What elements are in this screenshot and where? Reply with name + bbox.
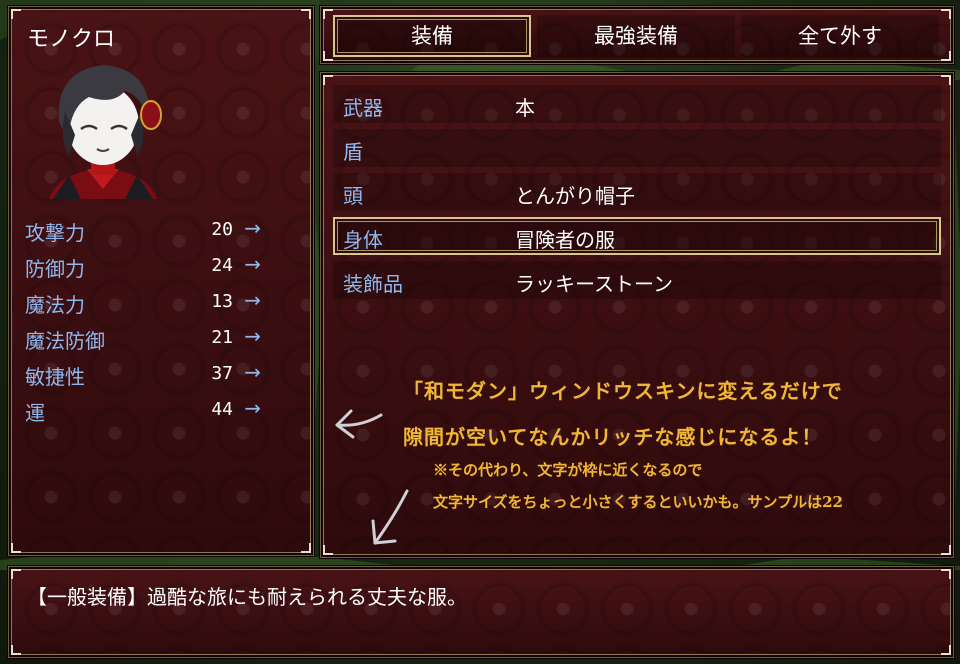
left-arrow-doodle	[335, 409, 383, 439]
equip-slot-window: 武器 本 盾 頭 とんがり帽子 身体 冒険者の服 装飾品 ラッキーストーン 「和…	[320, 72, 954, 558]
param-label: 敏捷性	[25, 365, 85, 389]
corner-bracket-icon	[941, 569, 951, 579]
param-value: 21	[211, 327, 233, 348]
param-value: 44	[211, 399, 233, 420]
slot-item: ラッキーストーン	[515, 272, 673, 296]
param-row-agility: 敏捷性 37 →	[25, 357, 261, 391]
param-value: 24	[211, 255, 233, 276]
param-label: 攻撃力	[25, 221, 85, 245]
slot-head[interactable]: 頭 とんがり帽子	[333, 173, 941, 211]
corner-bracket-icon	[11, 543, 21, 553]
slot-name: 武器	[343, 96, 383, 120]
right-arrow-icon: →	[244, 288, 261, 312]
equip-command[interactable]: 装備	[333, 15, 531, 57]
slot-weapon[interactable]: 武器 本	[333, 85, 941, 123]
slot-item: とんがり帽子	[515, 184, 635, 208]
down-left-arrow-doodle	[371, 489, 409, 545]
corner-bracket-icon	[301, 9, 311, 19]
slot-item: 冒険者の服	[515, 228, 615, 252]
slot-item: 本	[515, 96, 535, 120]
param-row-magic-defense: 魔法防御 21 →	[25, 321, 261, 355]
param-label: 魔法力	[25, 293, 85, 317]
slot-body[interactable]: 身体 冒険者の服	[333, 217, 941, 255]
annotation-line-4: 文字サイズをちょっと小さくするといいかも。サンプルは22	[433, 493, 843, 511]
param-label: 防御力	[25, 257, 85, 281]
right-arrow-icon: →	[244, 396, 261, 420]
corner-bracket-icon	[941, 51, 951, 61]
right-arrow-icon: →	[244, 252, 261, 276]
corner-bracket-icon	[301, 543, 311, 553]
help-text: 【一般装備】過酷な旅にも耐えられる丈夫な服。	[27, 585, 467, 609]
corner-bracket-icon	[941, 75, 951, 85]
slot-shield[interactable]: 盾	[333, 129, 941, 167]
param-label: 魔法防御	[25, 329, 105, 353]
clear-all-command[interactable]: 全て外す	[741, 15, 939, 57]
corner-bracket-icon	[941, 9, 951, 19]
corner-bracket-icon	[11, 569, 21, 579]
right-arrow-icon: →	[244, 360, 261, 384]
corner-bracket-icon	[323, 75, 333, 85]
slot-name: 頭	[343, 184, 363, 208]
status-window: モノクロ 攻撃力 20 → 防御力 24 → 魔法力 13 → 魔法防御 21 …	[8, 6, 314, 556]
slot-accessory[interactable]: 装飾品 ラッキーストーン	[333, 261, 941, 299]
param-label: 運	[25, 401, 45, 425]
param-row-magic: 魔法力 13 →	[25, 285, 261, 319]
annotation-line-2: 隙間が空いてなんかリッチな感じになるよ！	[403, 425, 823, 449]
actor-name: モノクロ	[27, 27, 116, 52]
slot-name: 装飾品	[343, 272, 403, 296]
actor-portrait	[49, 65, 162, 199]
param-value: 20	[211, 219, 233, 240]
param-row-defense: 防御力 24 →	[25, 249, 261, 283]
annotation-line-3: ※その代わり、文字が枠に近くなるので	[433, 461, 703, 479]
param-row-luck: 運 44 →	[25, 393, 261, 427]
help-window: 【一般装備】過酷な旅にも耐えられる丈夫な服。	[8, 566, 954, 658]
corner-bracket-icon	[941, 645, 951, 655]
param-value: 13	[211, 291, 233, 312]
right-arrow-icon: →	[244, 324, 261, 348]
optimize-command[interactable]: 最強装備	[537, 15, 735, 57]
corner-bracket-icon	[323, 51, 333, 61]
equip-command-window: 装備 最強装備 全て外す	[320, 6, 954, 64]
slot-name: 身体	[343, 228, 383, 252]
corner-bracket-icon	[11, 9, 21, 19]
param-row-attack: 攻撃力 20 →	[25, 213, 261, 247]
corner-bracket-icon	[11, 645, 21, 655]
slot-name: 盾	[343, 140, 363, 164]
annotation-line-1: 「和モダン」ウィンドウスキンに変えるだけで	[403, 379, 843, 403]
corner-bracket-icon	[323, 545, 333, 555]
param-value: 37	[211, 363, 233, 384]
right-arrow-icon: →	[244, 216, 261, 240]
corner-bracket-icon	[941, 545, 951, 555]
corner-bracket-icon	[323, 9, 333, 19]
